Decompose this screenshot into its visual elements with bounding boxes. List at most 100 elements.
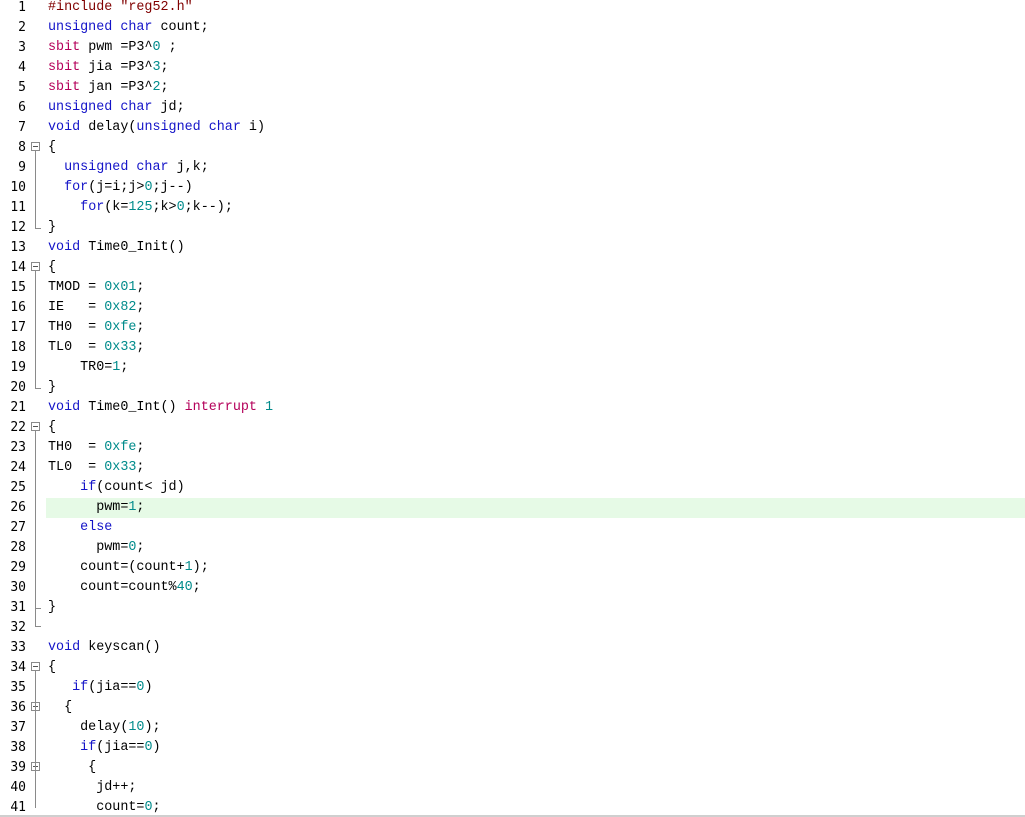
code-line[interactable]: 14 { [0,258,1025,278]
code-token: 0x01 [104,280,137,295]
code-line[interactable]: 9 unsigned char j,k; [0,158,1025,178]
code-line[interactable]: 13 void Time0_Init() [0,238,1025,258]
code-line[interactable]: 20} [0,378,1025,398]
code-token: ;k> [152,200,177,215]
code-line[interactable]: 8{ [0,138,1025,158]
code-line[interactable]: 19 TR0=1; [0,358,1025,378]
code-line[interactable]: 30 count=count%40; [0,578,1025,598]
code-token: TR0= [48,360,113,375]
code-token: 0x33 [104,340,137,355]
code-line[interactable]: 24 TL0 = 0x33; [0,458,1025,478]
code-line[interactable]: 12} [0,218,1025,238]
code-token: keyscan() [80,640,161,655]
code-line[interactable]: 1 #include "reg52.h" [0,0,1025,18]
fold-guide-line [35,431,36,608]
code-line[interactable]: 26 pwm=1; [0,498,1025,518]
line-number: 40 [10,780,26,795]
code-line[interactable]: 17 TH0 = 0xfe; [0,318,1025,338]
line-number: 2 [18,20,26,35]
code-text: void keyscan() [48,638,161,658]
code-token: (k= [104,200,129,215]
code-token: count; [152,20,209,35]
code-line[interactable]: 40 jd++; [0,778,1025,798]
code-token: 125 [128,200,153,215]
line-number: 20 [10,380,26,395]
code-token: if [80,480,97,495]
code-token: unsigned char [136,120,241,135]
code-editor[interactable]: 1 #include "reg52.h" 2 unsigned char count;… [0,0,1025,817]
code-token: { [48,140,57,155]
code-text: pwm=0; [48,538,144,558]
code-token: ;j--) [152,180,193,195]
code-line[interactable]: 34 { [0,658,1025,678]
code-line[interactable]: 15 TMOD = 0x01; [0,278,1025,298]
line-number: 13 [10,240,26,255]
code-text: else [48,518,112,538]
code-line[interactable]: 23 TH0 = 0xfe; [0,438,1025,458]
code-token: jd; [152,100,185,115]
code-line[interactable]: 28 pwm=0; [0,538,1025,558]
fold-collapse-icon[interactable] [31,262,40,271]
code-token: TL0 = [48,340,105,355]
line-number: 34 [10,660,26,675]
line-number: 9 [18,160,26,175]
code-token: 0 [144,740,153,755]
code-line[interactable]: 22 { [0,418,1025,438]
code-token: ; [152,800,161,815]
code-line[interactable]: 6 unsigned char jd; [0,98,1025,118]
code-line[interactable]: 2 unsigned char count; [0,18,1025,38]
code-line[interactable]: 4 sbit jia =P3^3; [0,58,1025,78]
code-token: #include "reg52.h" [48,0,193,15]
code-token: pwm= [48,540,129,555]
code-line[interactable]: 18 TL0 = 0x33; [0,338,1025,358]
code-text: } [48,378,56,398]
code-text: unsigned char count; [48,18,209,38]
code-line[interactable]: 7 void delay(unsigned char i) [0,118,1025,138]
code-line[interactable]: 25 if(count< jd) [0,478,1025,498]
code-line[interactable]: 39 { [0,758,1025,778]
fold-guide-line [35,671,36,808]
code-line[interactable]: 27 else [0,518,1025,538]
code-text: for(k=125;k>0;k--); [48,198,233,218]
code-line[interactable]: 35 if(jia==0) [0,678,1025,698]
code-text: for(j=i;j>0;j--) [48,178,193,198]
code-line[interactable]: 38 if(jia==0) [0,738,1025,758]
code-text: IE = 0x82; [48,298,144,318]
line-number: 5 [18,80,26,95]
code-token: 0 [152,40,161,55]
line-number: 21 [10,400,26,415]
code-text: void Time0_Int() interrupt 1 [48,398,273,418]
code-token: 10 [128,720,145,735]
code-line[interactable]: 36 { [0,698,1025,718]
line-number: 35 [10,680,26,695]
code-line[interactable]: 3 sbit pwm =P3^0 ; [0,38,1025,58]
code-token: ; [160,80,169,95]
code-line[interactable]: 29 count=(count+1); [0,558,1025,578]
code-token: count=count% [48,580,177,595]
code-text: jd++; [48,778,136,798]
code-line[interactable]: 16 IE = 0x82; [0,298,1025,318]
code-line[interactable]: 33 void keyscan() [0,638,1025,658]
code-token: TL0 = [48,460,105,475]
code-text: { [48,698,72,718]
line-number: 36 [10,700,26,715]
code-line[interactable]: 32 [0,618,1025,638]
code-line[interactable]: 37 delay(10); [0,718,1025,738]
code-line[interactable]: 5 sbit jan =P3^2; [0,78,1025,98]
code-line[interactable]: 11 for(k=125;k>0;k--); [0,198,1025,218]
code-line[interactable]: 10 for(j=i;j>0;j--) [0,178,1025,198]
line-number: 16 [10,300,26,315]
code-token: void [48,240,81,255]
code-token: sbit [48,40,81,55]
fold-collapse-icon[interactable] [31,142,40,151]
code-token: delay( [48,720,129,735]
code-token: ); [144,720,161,735]
fold-collapse-icon[interactable] [31,422,40,431]
fold-collapse-icon[interactable] [31,662,40,671]
code-token: j,k; [168,160,209,175]
code-line[interactable]: 31} [0,598,1025,618]
code-line[interactable]: 21 void Time0_Int() interrupt 1 [0,398,1025,418]
